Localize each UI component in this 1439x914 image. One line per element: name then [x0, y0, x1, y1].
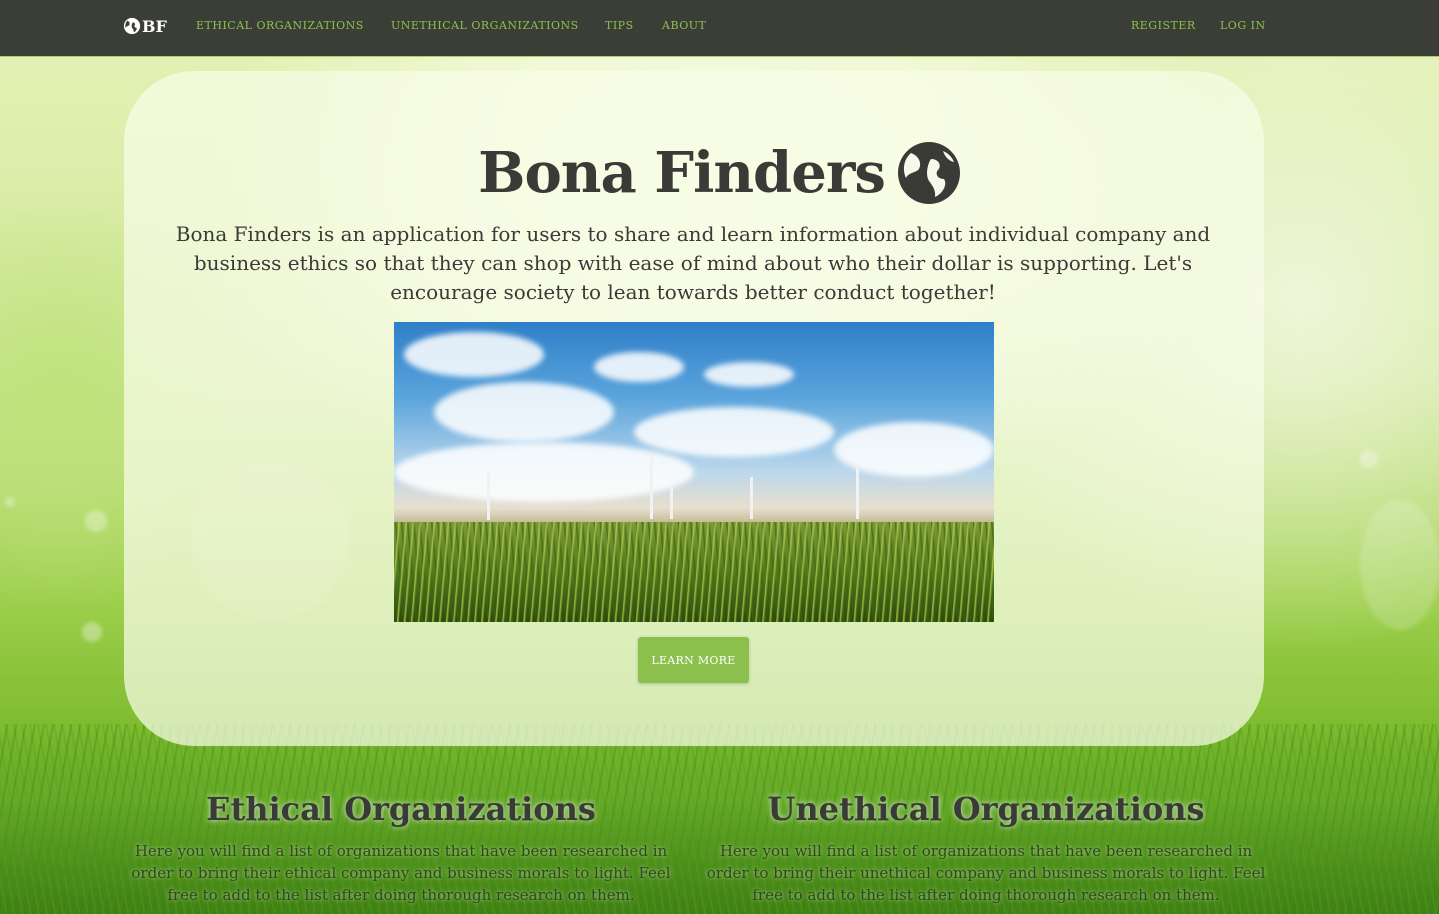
nav-link-login[interactable]: LOG IN — [1220, 19, 1266, 32]
brand-logo[interactable]: BF — [123, 16, 167, 36]
ethical-organizations-title: Ethical Organizations — [206, 790, 596, 828]
cloud — [394, 442, 694, 502]
cloud — [704, 362, 794, 387]
cloud — [434, 382, 614, 442]
hero-title: Bona Finders — [0, 140, 1439, 206]
nav-link-about[interactable]: ABOUT — [662, 19, 706, 32]
wind-turbine — [487, 472, 490, 520]
grass-field — [394, 522, 994, 622]
hero-image-wind-turbines — [394, 322, 994, 622]
globe-icon — [123, 17, 141, 35]
unethical-organizations-title: Unethical Organizations — [767, 790, 1205, 828]
hero-description: Bona Finders is an application for users… — [175, 222, 1211, 304]
bokeh-light — [82, 622, 102, 642]
cloud — [404, 332, 544, 377]
wind-turbine — [750, 477, 753, 519]
ethical-organizations-text: Here you will find a list of organizatio… — [131, 842, 671, 904]
brand-text: BF — [142, 16, 167, 36]
nav-link-register[interactable]: REGISTER — [1131, 19, 1196, 32]
nav-link-tips[interactable]: TIPS — [605, 19, 634, 32]
unethical-organizations-text: Here you will find a list of organizatio… — [706, 842, 1266, 904]
navbar: BF ETHICAL ORGANIZATIONS UNETHICAL ORGAN… — [0, 0, 1439, 57]
bokeh-light — [85, 510, 107, 532]
wind-turbine — [650, 457, 653, 519]
globe-icon — [897, 142, 960, 204]
cloud — [634, 407, 834, 457]
wind-turbine — [670, 487, 673, 519]
cloud — [594, 352, 684, 382]
bokeh-light — [5, 497, 15, 507]
wind-turbine — [856, 467, 859, 519]
bokeh-light — [1360, 500, 1439, 630]
bokeh-light — [1360, 450, 1378, 468]
nav-link-unethical-organizations[interactable]: UNETHICAL ORGANIZATIONS — [391, 19, 579, 32]
hero-title-text: Bona Finders — [478, 140, 886, 206]
nav-link-ethical-organizations[interactable]: ETHICAL ORGANIZATIONS — [196, 19, 364, 32]
learn-more-button[interactable]: LEARN MORE — [638, 637, 749, 683]
